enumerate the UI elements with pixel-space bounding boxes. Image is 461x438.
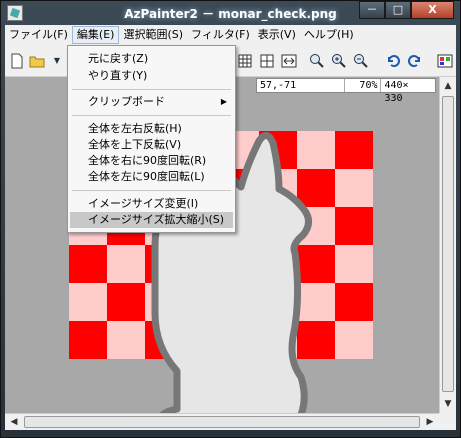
scrollbar-corner xyxy=(439,413,456,430)
scroll-right-icon[interactable]: ▶ xyxy=(422,414,438,430)
dropdown-arrow-icon[interactable]: ▼ xyxy=(49,53,65,69)
title-bar[interactable]: AzPainter2 － monar_check.png － □ X xyxy=(1,1,460,25)
window-controls: － □ X xyxy=(359,1,454,19)
checker-cell xyxy=(107,245,145,283)
menu-help[interactable]: ヘルプ(H) xyxy=(300,26,358,44)
menu-view[interactable]: 表示(V) xyxy=(254,26,300,44)
horizontal-scroll-thumb[interactable] xyxy=(24,416,420,428)
menu-separator xyxy=(72,115,231,116)
checker-cell xyxy=(297,169,335,207)
checker-cell xyxy=(335,321,373,359)
vertical-scrollbar[interactable]: ▲ ▼ xyxy=(439,77,456,413)
scroll-left-icon[interactable]: ◀ xyxy=(6,414,22,430)
grid-icon[interactable] xyxy=(237,53,253,69)
horizontal-scrollbar[interactable]: ◀ ▶ xyxy=(5,413,439,430)
cursor-coords: 57,-71 xyxy=(257,79,345,92)
vertical-scroll-thumb[interactable] xyxy=(442,96,454,392)
checker-cell xyxy=(297,321,335,359)
submenu-arrow-icon: ▶ xyxy=(220,97,227,106)
zoom-in-icon[interactable] xyxy=(331,53,347,69)
menu-redo[interactable]: やり直す(Y) xyxy=(70,68,233,84)
menu-flip-vertical[interactable]: 全体を上下反転(V) xyxy=(70,137,233,153)
scroll-up-icon[interactable]: ▲ xyxy=(440,78,456,94)
checker-cell xyxy=(107,321,145,359)
menu-rotate-right[interactable]: 全体を右に90度回転(R) xyxy=(70,153,233,169)
split-grid-icon[interactable] xyxy=(259,53,275,69)
new-file-icon[interactable] xyxy=(9,53,25,69)
image-size: 440× 330 xyxy=(384,80,409,104)
zoom-icon[interactable] xyxy=(309,53,325,69)
menu-edit[interactable]: 編集(E) xyxy=(71,26,120,44)
redo-icon[interactable] xyxy=(407,53,423,69)
menu-rotate-left[interactable]: 全体を左に90度回転(L) xyxy=(70,169,233,185)
menu-filter[interactable]: フィルタ(F) xyxy=(187,26,254,44)
menu-selection[interactable]: 選択範囲(S) xyxy=(119,26,187,44)
menu-separator xyxy=(72,190,231,191)
menu-separator xyxy=(72,89,231,90)
menu-clipboard-label: クリップボード xyxy=(88,95,165,108)
menu-bar: ファイル(F) 編集(E) 選択範囲(S) フィルタ(F) 表示(V) ヘルプ(… xyxy=(5,25,456,45)
fit-width-icon[interactable] xyxy=(281,53,297,69)
menu-image-scale[interactable]: イメージサイズ拡大縮小(S) xyxy=(70,212,233,228)
open-folder-icon[interactable] xyxy=(29,53,45,69)
palette-icon[interactable] xyxy=(437,53,453,69)
checker-cell xyxy=(297,245,335,283)
checker-cell xyxy=(335,207,373,245)
menu-undo[interactable]: 元に戻す(Z) xyxy=(70,51,233,67)
checker-cell xyxy=(69,321,107,359)
checker-cell xyxy=(297,283,335,321)
zoom-level: 70% xyxy=(345,79,382,92)
checker-cell xyxy=(69,283,107,321)
maximize-button[interactable]: □ xyxy=(385,1,411,19)
menu-flip-horizontal[interactable]: 全体を左右反転(H) xyxy=(70,121,233,137)
minimize-button[interactable]: － xyxy=(359,1,385,19)
checker-cell xyxy=(335,283,373,321)
app-window: AzPainter2 － monar_check.png － □ X ファイル(… xyxy=(0,0,461,438)
menu-file[interactable]: ファイル(F) xyxy=(5,26,72,44)
close-button[interactable]: X xyxy=(411,1,454,19)
checker-cell xyxy=(335,245,373,283)
zoom-out-icon[interactable] xyxy=(353,53,369,69)
checker-cell xyxy=(69,245,107,283)
checker-cell xyxy=(297,131,335,169)
menu-image-resize[interactable]: イメージサイズ変更(I) xyxy=(70,196,233,212)
undo-icon[interactable] xyxy=(385,53,401,69)
checker-cell xyxy=(335,169,373,207)
menu-clipboard[interactable]: クリップボード ▶ xyxy=(70,94,233,110)
status-box: 57,-71 70% 440× 330 xyxy=(256,78,436,104)
checker-cell xyxy=(335,131,373,169)
checker-cell xyxy=(107,283,145,321)
scroll-down-icon[interactable]: ▼ xyxy=(440,396,456,412)
edit-menu-dropdown: 元に戻す(Z) やり直す(Y) クリップボード ▶ 全体を左右反転(H) 全体を… xyxy=(67,45,236,233)
